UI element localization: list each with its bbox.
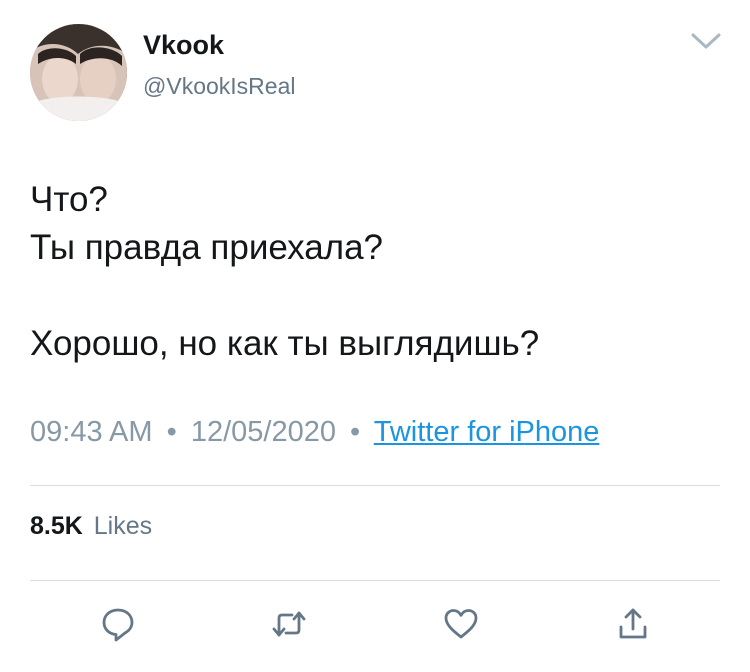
divider [30,580,720,581]
reply-icon [102,608,134,642]
chevron-down-icon[interactable] [690,30,722,52]
share-button[interactable] [614,605,652,643]
avatar[interactable] [30,24,127,121]
likes-count: 8.5K [30,512,83,540]
likes-label: Likes [93,512,153,540]
tweet-text-line: Ты правда приехала? [30,228,384,267]
tweet-text-line: Хорошо, но как ты выглядишь? [30,324,540,363]
retweet-icon [272,611,306,637]
tweet-text: Что? Ты правда приехала? Хорошо, но как … [30,176,720,368]
divider [30,485,720,486]
tweet-text-line: Что? [30,180,108,219]
meta-separator: • [350,416,361,448]
likes-stat[interactable]: 8.5K Likes [30,512,152,541]
retweet-button[interactable] [270,605,308,643]
tweet-source-link[interactable]: Twitter for iPhone [374,416,600,448]
meta-separator: • [166,416,177,448]
display-name[interactable]: Vkook [143,30,224,61]
like-button[interactable] [442,605,480,643]
tweet-date[interactable]: 12/05/2020 [191,416,336,448]
tweet-text-blank-line [30,272,720,320]
heart-icon [444,609,478,639]
tweet-metadata: 09:43 AM • 12/05/2020 • Twitter for iPho… [30,416,599,449]
tweet-time[interactable]: 09:43 AM [30,416,153,448]
reply-button[interactable] [99,605,137,643]
user-handle[interactable]: @VkookIsReal [143,73,295,100]
share-icon [619,608,647,639]
